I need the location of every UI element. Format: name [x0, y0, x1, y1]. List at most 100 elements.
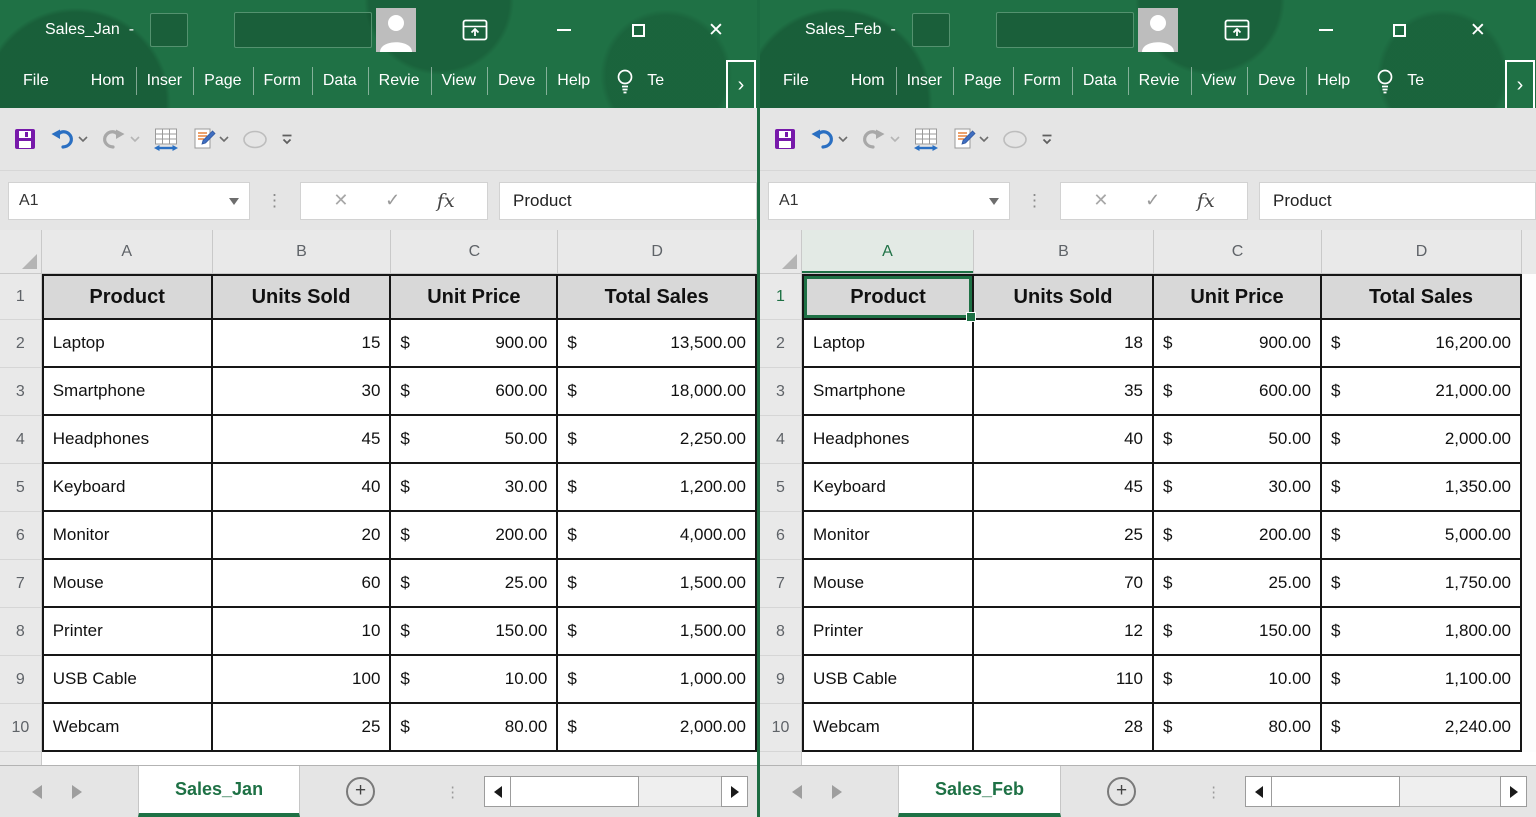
- insert-function-icon[interactable]: fx: [437, 190, 455, 212]
- ribbon-tab[interactable]: Help: [1306, 54, 1361, 108]
- total-sales-cell[interactable]: $ 18,000.00: [558, 368, 757, 416]
- maximize-icon[interactable]: [1392, 24, 1408, 37]
- total-sales-cell[interactable]: $ 1,500.00: [558, 560, 757, 608]
- edit-form-button[interactable]: [192, 127, 229, 151]
- autofit-columns-button[interactable]: [913, 127, 939, 152]
- scroll-right-button[interactable]: [721, 776, 748, 807]
- row-header[interactable]: 3: [760, 368, 802, 416]
- scrollbar-thumb[interactable]: [511, 776, 639, 807]
- enter-icon[interactable]: ✓: [385, 190, 400, 211]
- redo-button[interactable]: [101, 128, 140, 150]
- column-header[interactable]: C: [391, 230, 558, 274]
- ribbon-tab[interactable]: Revie: [368, 54, 431, 108]
- save-button[interactable]: [14, 128, 36, 150]
- close-icon[interactable]: ✕: [708, 19, 724, 42]
- unit-price-cell[interactable]: $ 10.00: [1154, 656, 1322, 704]
- scroll-left-button[interactable]: [484, 776, 511, 807]
- product-cell[interactable]: Laptop: [802, 320, 974, 368]
- unit-price-cell[interactable]: $ 30.00: [1154, 464, 1322, 512]
- horizontal-scrollbar[interactable]: [484, 776, 748, 807]
- column-header[interactable]: D: [1322, 230, 1522, 274]
- product-cell[interactable]: Printer: [42, 608, 213, 656]
- product-cell[interactable]: Laptop: [42, 320, 213, 368]
- edit-form-button[interactable]: [952, 127, 989, 151]
- total-sales-cell[interactable]: $ 2,000.00: [558, 704, 757, 752]
- product-cell[interactable]: Mouse: [802, 560, 974, 608]
- name-box[interactable]: A1: [8, 182, 250, 220]
- product-cell[interactable]: Mouse: [42, 560, 213, 608]
- cell-D1[interactable]: Total Sales: [558, 274, 757, 320]
- total-sales-cell[interactable]: $ 2,250.00: [558, 416, 757, 464]
- scroll-left-button[interactable]: [1245, 776, 1272, 807]
- row-header[interactable]: 3: [0, 368, 42, 416]
- unit-price-cell[interactable]: $ 150.00: [1154, 608, 1322, 656]
- ribbon-more-button[interactable]: ›: [1505, 60, 1535, 108]
- row-header[interactable]: 1: [760, 274, 802, 320]
- title-bar-search-box[interactable]: [234, 12, 372, 48]
- ribbon-tab[interactable]: File: [12, 54, 60, 108]
- ribbon-tab[interactable]: Deve: [1247, 54, 1306, 108]
- tellme-label[interactable]: Te: [1407, 54, 1424, 108]
- ribbon-tab[interactable]: Data: [1072, 54, 1128, 108]
- maximize-icon[interactable]: [630, 24, 646, 37]
- unit-price-cell[interactable]: $ 25.00: [1154, 560, 1322, 608]
- total-sales-cell[interactable]: $ 5,000.00: [1322, 512, 1522, 560]
- unit-price-cell[interactable]: $ 150.00: [391, 608, 558, 656]
- row-header[interactable]: 4: [0, 416, 42, 464]
- units-sold-cell[interactable]: 45: [974, 464, 1154, 512]
- product-cell[interactable]: Smartphone: [802, 368, 974, 416]
- ribbon-tab[interactable]: Form: [253, 54, 312, 108]
- product-cell[interactable]: Webcam: [802, 704, 974, 752]
- scrollbar-thumb[interactable]: [1272, 776, 1400, 807]
- units-sold-cell[interactable]: 70: [974, 560, 1154, 608]
- row-header[interactable]: 5: [760, 464, 802, 512]
- tellme-lightbulb-icon[interactable]: [1375, 54, 1395, 108]
- formula-input[interactable]: Product: [499, 182, 757, 220]
- scrollbar-track[interactable]: [1400, 776, 1500, 807]
- cell-A1[interactable]: Product: [802, 274, 974, 320]
- column-header[interactable]: A: [42, 230, 213, 274]
- redo-button[interactable]: [861, 128, 900, 150]
- sheet-tab[interactable]: Sales_Jan: [138, 766, 300, 817]
- cell-C1[interactable]: Unit Price: [1154, 274, 1322, 320]
- cancel-icon[interactable]: ✕: [333, 190, 348, 211]
- unit-price-cell[interactable]: $ 50.00: [391, 416, 558, 464]
- title-bar-search-box[interactable]: [996, 12, 1134, 48]
- ribbon-display-options-icon[interactable]: [1224, 18, 1250, 42]
- product-cell[interactable]: Headphones: [802, 416, 974, 464]
- tellme-label[interactable]: Te: [647, 54, 664, 108]
- cell-B1[interactable]: Units Sold: [974, 274, 1154, 320]
- scroll-right-button[interactable]: [1500, 776, 1527, 807]
- avatar[interactable]: [376, 8, 416, 52]
- cell-B1[interactable]: Units Sold: [213, 274, 392, 320]
- autofit-columns-button[interactable]: [153, 127, 179, 152]
- units-sold-cell[interactable]: 45: [213, 416, 392, 464]
- product-cell[interactable]: Headphones: [42, 416, 213, 464]
- customize-qat-button[interactable]: [1041, 133, 1053, 146]
- formula-bar-resize-dots[interactable]: ⋮: [266, 191, 284, 211]
- row-header[interactable]: 2: [0, 320, 42, 368]
- minimize-icon[interactable]: [1318, 29, 1334, 31]
- units-sold-cell[interactable]: 15: [213, 320, 392, 368]
- row-header[interactable]: 10: [0, 704, 42, 752]
- ribbon-tab[interactable]: Data: [312, 54, 368, 108]
- row-header[interactable]: 5: [0, 464, 42, 512]
- total-sales-cell[interactable]: $ 1,350.00: [1322, 464, 1522, 512]
- unit-price-cell[interactable]: $ 200.00: [391, 512, 558, 560]
- ribbon-tab[interactable]: Inser: [136, 54, 194, 108]
- unit-price-cell[interactable]: $ 25.00: [391, 560, 558, 608]
- sheet-nav-right-icon[interactable]: [832, 785, 842, 799]
- customize-qat-button[interactable]: [281, 133, 293, 146]
- ribbon-tab[interactable]: Form: [1013, 54, 1072, 108]
- ribbon-tab[interactable]: Revie: [1128, 54, 1191, 108]
- units-sold-cell[interactable]: 10: [213, 608, 392, 656]
- product-cell[interactable]: Keyboard: [802, 464, 974, 512]
- formula-input[interactable]: Product: [1259, 182, 1536, 220]
- product-cell[interactable]: Keyboard: [42, 464, 213, 512]
- minimize-icon[interactable]: [556, 29, 572, 31]
- ribbon-tab[interactable]: Deve: [487, 54, 546, 108]
- row-header[interactable]: 8: [760, 608, 802, 656]
- total-sales-cell[interactable]: $ 1,100.00: [1322, 656, 1522, 704]
- ribbon-tab[interactable]: File: [772, 54, 820, 108]
- column-header[interactable]: B: [213, 230, 392, 274]
